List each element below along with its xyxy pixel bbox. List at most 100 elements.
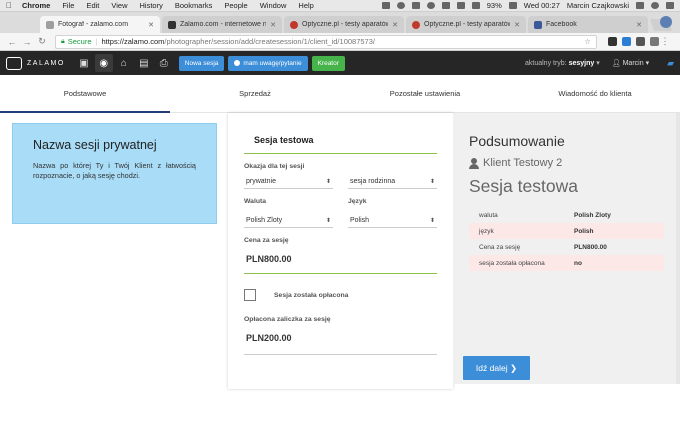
extension-icon[interactable] [608,37,617,46]
tab-sprzedaz[interactable]: Sprzedaż [170,75,340,112]
browser-tab-strip: Fotograf - zalamo.com ✕ Zalamo.com - int… [0,12,680,33]
session-name-input[interactable]: Sesja testowa [244,135,437,154]
summary-value: PLN800.00 [574,243,607,251]
summary-row: sesja została opłacona no [469,255,664,271]
paid-checkbox[interactable] [244,289,256,301]
siri-icon[interactable] [651,2,659,9]
summary-client-name: Klient Testowy 2 [483,157,563,169]
close-icon[interactable]: ✕ [148,21,154,29]
browser-tab[interactable]: Facebook ✕ [528,16,648,33]
forward-arrow-icon[interactable]: → [21,37,33,47]
menu-help[interactable]: Help [298,1,313,10]
summary-client: Klient Testowy 2 [469,157,664,169]
summary-panel: Podsumowanie Klient Testowy 2 Sesja test… [453,113,680,384]
menubar-user[interactable]: Marcin Czajkowski [567,1,629,10]
menu-kebab-icon[interactable]: ⋮ [659,36,671,47]
main-content: Nazwa sesji prywatnej Nazwa po której Ty… [0,113,680,389]
portrait-icon[interactable]: ▤ [135,54,153,72]
menu-edit[interactable]: Edit [86,1,99,10]
profile-avatar-icon[interactable] [660,16,672,28]
apple-icon[interactable]:  [6,1,14,10]
browser-tab[interactable]: Optyczne.pl - testy aparatów ✕ [284,16,404,33]
select-arrows-icon: ⬍ [429,217,435,224]
new-session-button[interactable]: Nowa sesja [178,55,225,71]
language-select[interactable]: Polish ⬍ [348,213,437,228]
menu-bookmarks[interactable]: Bookmarks [175,1,213,10]
summary-value: no [574,259,582,267]
mode-value: sesyjny [568,60,595,67]
printer-icon[interactable]: ⎙ [155,54,173,72]
tab-podstawowe[interactable]: Podstawowe [0,75,170,113]
next-button-label: Idź dalej [475,363,508,373]
occasion-select[interactable]: prywatnie ⬍ [244,174,333,189]
volume-icon[interactable] [471,2,480,9]
tab-favicon-icon [290,20,298,29]
battery-percent[interactable]: 93% [487,1,502,10]
help-column: Nazwa sesji prywatnej Nazwa po której Ty… [0,113,228,384]
feedback-button[interactable]: mam uwagę/pytanie [228,55,308,71]
user-menu[interactable]: 👤︎ Marcin ▾ [612,59,649,67]
browser-tab[interactable]: Zalamo.com - internetowe na ✕ [162,16,282,33]
menubar-clock[interactable]: Wed 00:27 [524,1,560,10]
reload-icon[interactable]: ↻ [36,36,48,47]
camera-icon[interactable]: ◉ [94,54,113,72]
tab-pozostale-ustawienia[interactable]: Pozostałe ustawienia [340,75,510,112]
close-icon[interactable]: ✕ [514,21,520,29]
menu-view[interactable]: View [111,1,127,10]
mode-switcher[interactable]: aktualny tryb: sesyjny ▾ [525,59,600,67]
deposit-input[interactable]: PLN200.00 [244,327,437,355]
user-name: Marcin [622,60,644,67]
menu-history[interactable]: History [140,1,163,10]
back-arrow-icon[interactable]: ← [6,37,18,47]
scrollbar[interactable] [676,113,680,384]
notification-center-icon[interactable] [666,2,674,9]
address-bar[interactable]: 🔒︎ Secure | https://zalamo.com /photogra… [55,34,597,49]
occasion-type-select[interactable]: sesja rodzinna ⬍ [348,174,437,189]
browser-toolbar: ← → ↻ 🔒︎ Secure | https://zalamo.com /ph… [0,33,680,51]
caret-down-icon: ▾ [596,60,600,67]
bluetooth-icon[interactable] [441,2,450,9]
gift-icon[interactable]: ⌂ [115,54,133,72]
battery-icon[interactable] [508,2,517,9]
extension-icon[interactable] [636,37,645,46]
paid-checkbox-row[interactable]: Sesja została opłacona [244,289,437,301]
album-icon[interactable]: ▣ [75,54,93,72]
help-box: Nazwa sesji prywatnej Nazwa po której Ty… [12,123,217,224]
search-icon[interactable] [636,2,644,9]
tray-icon[interactable] [381,2,390,9]
summary-value: Polish Zloty [574,211,611,219]
price-input[interactable]: PLN800.00 [244,248,437,274]
close-icon[interactable]: ✕ [636,21,642,29]
divider: | [95,37,98,46]
tray-icon[interactable] [411,2,420,9]
summary-session-name: Sesja testowa [469,176,578,196]
user-icon: 👤︎ [611,60,623,67]
zalamo-logo[interactable]: ZALAMO [6,56,65,70]
menu-people[interactable]: People [224,1,247,10]
currency-select[interactable]: Polish Zloty ⬍ [244,213,333,228]
next-button[interactable]: Idź dalej ❯ [463,356,530,380]
browser-tab[interactable]: Optyczne.pl - testy aparatów ✕ [406,16,526,33]
caret-down-icon: ▾ [645,60,650,67]
tab-favicon-icon [534,20,542,29]
summary-row: waluta Polish Zloty [469,207,664,223]
menu-chrome[interactable]: Chrome [22,1,50,10]
labels-row: Waluta Język [244,198,437,209]
close-icon[interactable]: ✕ [270,21,276,29]
bookmark-star-icon[interactable]: ☆ [584,37,591,46]
tray-icon[interactable] [396,2,405,9]
browser-tab[interactable]: Fotograf - zalamo.com ✕ [40,16,160,33]
summary-row: język Polish [469,223,664,239]
menu-file[interactable]: File [62,1,74,10]
close-icon[interactable]: ✕ [392,21,398,29]
extension-icon[interactable] [622,37,631,46]
menu-window[interactable]: Window [260,1,287,10]
deposit-label: Opłacona zaliczka za sesję [244,316,331,323]
creator-button[interactable]: Kreator [311,55,345,71]
wifi-icon[interactable] [456,2,465,9]
clock-tray-icon[interactable] [426,2,435,9]
chat-bubble-icon[interactable]: ▰ [667,58,674,69]
tab-wiadomosc-do-klienta[interactable]: Wiadomość do klienta [510,75,680,112]
summary-title: Podsumowanie [469,133,565,149]
extension-icon[interactable] [650,37,659,46]
